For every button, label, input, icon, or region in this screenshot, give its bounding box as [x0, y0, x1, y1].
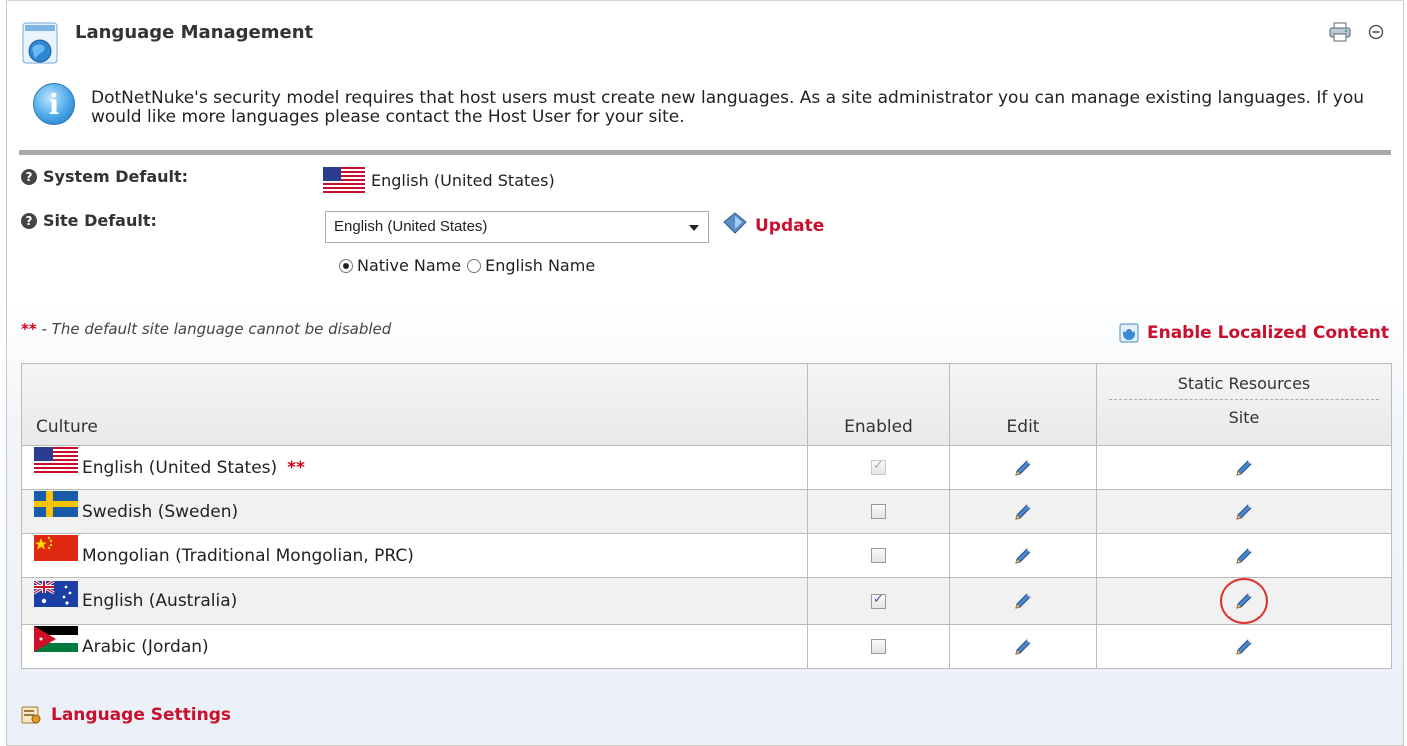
edit-cell	[949, 445, 1097, 490]
enable-localized-content-label: Enable Localized Content	[1146, 323, 1389, 343]
info-message: DotNetNuke's security model requires tha…	[91, 88, 1364, 127]
culture-name: English (United States)	[82, 457, 278, 478]
table-row: Swedish (Sweden)	[21, 489, 1392, 534]
site-default-label-text: Site Default:	[43, 211, 157, 230]
culture-cell: English (Australia)	[21, 577, 808, 625]
site-default-select[interactable]: English (United States)	[325, 211, 709, 243]
language-management-module: Language Management i DotNetNuke's secur…	[6, 0, 1404, 746]
update-button[interactable]: Update	[723, 210, 824, 236]
enabled-cell	[807, 489, 950, 534]
info-icon: i	[33, 83, 75, 125]
enabled-checkbox[interactable]	[871, 592, 886, 609]
culture-name: Swedish (Sweden)	[82, 501, 239, 522]
site-resources-cell	[1096, 577, 1392, 625]
enabled-cell	[807, 533, 950, 578]
edit-cell	[949, 624, 1097, 669]
module-actions	[1329, 21, 1387, 43]
col-edit: Edit	[949, 363, 1097, 446]
highlight-circle	[1220, 578, 1268, 624]
languages-table: Culture Enabled Edit Static Resources Si…	[21, 363, 1392, 669]
default-stars: **	[287, 457, 305, 478]
radio-native-name[interactable]	[339, 258, 353, 273]
update-icon	[723, 212, 747, 234]
culture-cell: Swedish (Sweden)	[21, 489, 808, 534]
edit-cell	[949, 489, 1097, 534]
site-subheader: Site	[1228, 408, 1260, 427]
module-globe-icon	[21, 21, 61, 65]
help-icon[interactable]: ?	[21, 168, 37, 185]
site-resources-cell	[1096, 445, 1392, 490]
table-row: English (Australia)	[21, 577, 1392, 625]
edit-pencil-icon[interactable]	[1013, 546, 1033, 566]
edit-cell	[949, 533, 1097, 578]
minimize-icon[interactable]	[1365, 21, 1387, 43]
language-settings-link[interactable]: Language Settings	[21, 705, 231, 725]
us-flag-icon	[323, 167, 365, 193]
edit-pencil-icon[interactable]	[1013, 502, 1033, 522]
static-resources-header: Static Resources	[1109, 374, 1379, 400]
site-edit-pencil-icon[interactable]	[1234, 637, 1254, 657]
divider	[19, 150, 1391, 155]
culture-cell: English (United States) **	[21, 445, 808, 490]
enabled-cell	[807, 445, 950, 490]
table-row: English (United States) **	[21, 445, 1392, 490]
default-language-note: ** - The default site language cannot be…	[21, 320, 391, 338]
enabled-checkbox[interactable]	[871, 548, 886, 563]
chevron-down-icon	[689, 225, 699, 231]
enabled-cell	[807, 624, 950, 669]
col-static-resources: Static Resources Site	[1096, 363, 1392, 446]
enabled-checkbox	[871, 458, 886, 475]
cn-flag-icon	[34, 535, 78, 566]
language-settings-label: Language Settings	[51, 705, 232, 725]
note-text: - The default site language cannot be di…	[36, 320, 392, 338]
au-flag-icon	[33, 579, 78, 612]
table-row: Mongolian (Traditional Mongolian, PRC)	[21, 533, 1392, 578]
system-default-text: English (United States)	[371, 170, 555, 190]
note-stars: **	[21, 320, 37, 338]
site-edit-pencil-icon[interactable]	[1234, 458, 1254, 478]
culture-name: Mongolian (Traditional Mongolian, PRC)	[82, 545, 414, 566]
update-label: Update	[755, 216, 825, 236]
page-title: Language Management	[75, 22, 314, 43]
refresh-globe-icon	[1119, 323, 1139, 343]
radio-native-label: Native Name	[357, 256, 462, 275]
site-default-label: ? Site Default:	[21, 211, 157, 230]
col-culture: Culture	[21, 363, 808, 446]
radio-english-name[interactable]	[467, 258, 482, 273]
enabled-checkbox[interactable]	[871, 504, 886, 519]
enabled-cell	[807, 577, 950, 625]
culture-name: Arabic (Jordan)	[82, 636, 209, 657]
print-icon[interactable]	[1329, 21, 1351, 43]
site-resources-cell	[1096, 624, 1392, 669]
table-header-row: Culture Enabled Edit Static Resources Si…	[21, 363, 1392, 446]
edit-cell	[949, 577, 1097, 625]
site-edit-pencil-icon[interactable]	[1234, 591, 1254, 611]
culture-cell: Mongolian (Traditional Mongolian, PRC)	[21, 533, 808, 578]
enable-localized-content-link[interactable]: Enable Localized Content	[1119, 323, 1389, 343]
jo-flag-icon	[34, 626, 78, 657]
radio-english-label: English Name	[485, 256, 596, 275]
edit-pencil-icon[interactable]	[1013, 458, 1033, 478]
system-default-value: English (United States)	[323, 167, 555, 193]
culture-cell: Arabic (Jordan)	[21, 624, 808, 669]
culture-name: English (Australia)	[82, 591, 238, 611]
edit-pencil-icon[interactable]	[1013, 637, 1033, 657]
site-resources-cell	[1096, 489, 1392, 534]
settings-icon	[21, 706, 41, 724]
col-enabled: Enabled	[807, 363, 950, 446]
system-default-label: ? System Default:	[21, 167, 188, 186]
site-edit-pencil-icon[interactable]	[1234, 546, 1254, 566]
se-flag-icon	[34, 491, 78, 522]
site-resources-cell	[1096, 533, 1392, 578]
table-row: Arabic (Jordan)	[21, 624, 1392, 669]
site-default-selected-value: English (United States)	[334, 218, 488, 235]
enabled-checkbox[interactable]	[871, 639, 886, 654]
edit-pencil-icon[interactable]	[1013, 591, 1033, 611]
system-default-label-text: System Default:	[43, 167, 189, 186]
name-display-radios: Native Name English Name	[339, 256, 595, 275]
help-icon[interactable]: ?	[21, 212, 37, 229]
site-edit-pencil-icon[interactable]	[1234, 502, 1254, 522]
us-flag-icon	[34, 447, 78, 478]
